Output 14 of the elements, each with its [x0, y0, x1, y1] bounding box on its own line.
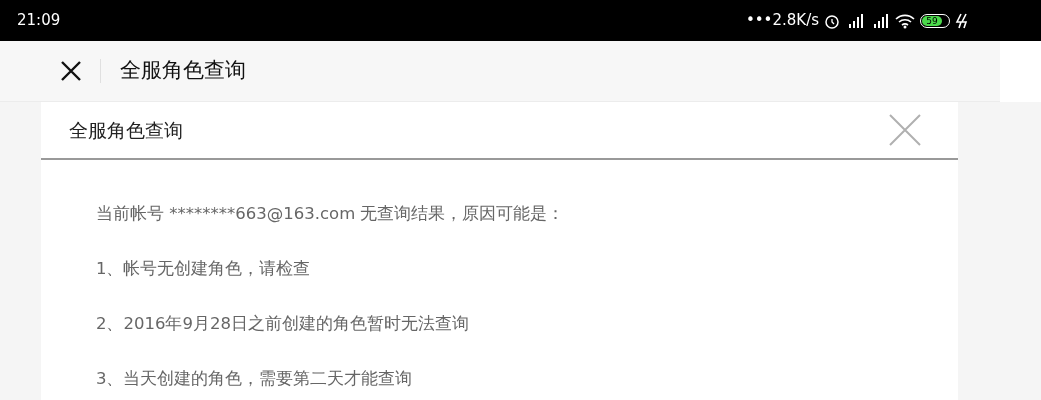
charging-icon: [955, 12, 969, 29]
status-time: 21:09: [17, 10, 61, 32]
message-line: 2、2016年9月28日之前创建的角色暂时无法查询: [96, 313, 470, 335]
network-speed: •••2.8K/s: [745, 10, 819, 32]
wifi-icon: [895, 12, 915, 29]
alarm-icon: [824, 12, 840, 29]
battery-level: 59: [922, 15, 942, 26]
message-line: 1、帐号无创建角色，请检查: [96, 258, 312, 280]
dialog-title: 全服角色查询: [69, 117, 183, 143]
close-icon: [889, 114, 921, 146]
message-line: 当前帐号 ********663@163.com 无查询结果，原因可能是：: [96, 203, 566, 225]
message-line: 3、当天创建的角色，需要第二天才能查询: [96, 368, 414, 390]
close-icon: [60, 60, 82, 82]
page-title: 全服角色查询: [120, 57, 246, 85]
